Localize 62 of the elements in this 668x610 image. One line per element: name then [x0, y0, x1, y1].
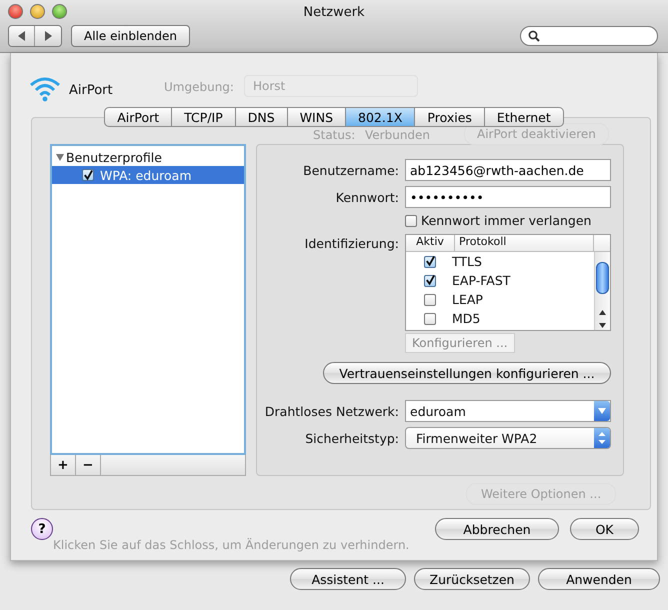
up-down-arrows-icon: [598, 431, 606, 445]
forward-icon: [44, 31, 52, 41]
help-button[interactable]: ?: [31, 518, 53, 540]
field-label: Benutzername:: [302, 162, 400, 178]
column-header: Protokoll: [455, 235, 594, 251]
back-icon: [18, 31, 26, 41]
trust-settings-button[interactable]: Vertrauenseinstellungen konfigurieren ...: [323, 362, 611, 384]
forward-button[interactable]: [35, 26, 61, 46]
tab[interactable]: WINS: [288, 107, 346, 127]
tab[interactable]: Ethernet: [484, 107, 564, 127]
search-field[interactable]: [520, 26, 658, 46]
field-label: Drahtloses Netzwerk:: [264, 404, 400, 418]
ok-button[interactable]: OK: [570, 518, 639, 540]
tab[interactable]: AirPort: [104, 107, 172, 127]
password-field[interactable]: ••••••••••: [405, 186, 611, 208]
protocol-name: MD5: [452, 311, 480, 326]
checkbox[interactable]: [82, 169, 94, 181]
checkbox[interactable]: [424, 312, 436, 324]
checkbox-label: Kennwort immer verlangen: [421, 213, 592, 228]
field-label: Sicherheitstyp:: [304, 430, 400, 446]
service-name: AirPort: [69, 82, 113, 98]
column-header: Aktiv: [406, 235, 455, 251]
action-button[interactable]: Zurücksetzen: [414, 568, 530, 590]
status-value: Verbunden: [365, 128, 430, 142]
tab[interactable]: TCP/IP: [172, 107, 236, 127]
show-all-button[interactable]: Alle einblenden: [71, 25, 190, 47]
cancel-button[interactable]: Abbrechen: [435, 518, 559, 540]
network-combo-box[interactable]: eduroam: [405, 400, 611, 422]
tab[interactable]: Proxies: [415, 107, 485, 127]
zoom-button[interactable]: [52, 4, 67, 19]
protocol-name: EAP-FAST: [452, 273, 510, 288]
protocol-name: TTLS: [452, 254, 482, 269]
dropdown-arrow-icon: [598, 408, 606, 414]
field-label: Identifizierung:: [304, 235, 400, 251]
window-title: Netzwerk: [302, 5, 366, 20]
field-label: Kennwort:: [334, 190, 400, 204]
status-label: Status:: [313, 128, 356, 142]
profile-item[interactable]: WPA: eduroam: [52, 166, 244, 184]
action-button[interactable]: Assistent ...: [290, 568, 406, 590]
remove-button[interactable]: −: [76, 455, 101, 475]
search-icon: [528, 30, 540, 42]
add-button[interactable]: +: [51, 455, 76, 475]
checkbox[interactable]: [424, 256, 436, 268]
security-type-popup[interactable]: Firmenweiter WPA2: [405, 427, 611, 449]
close-button[interactable]: [8, 4, 23, 19]
tab[interactable]: DNS: [236, 107, 288, 127]
location-popup: Horst: [244, 75, 418, 97]
scrollbar[interactable]: [594, 252, 610, 330]
checkbox[interactable]: [424, 274, 436, 286]
profile-label: WPA: eduroam: [100, 168, 192, 182]
checkbox[interactable]: [424, 294, 436, 306]
minimize-button[interactable]: [30, 4, 45, 19]
tab[interactable]: 802.1X: [346, 107, 416, 127]
lock-hint: Klicken Sie auf das Schloss, um Änderungen zu verhindern.: [53, 538, 410, 552]
location-label: Umgebung:: [164, 80, 234, 94]
action-button[interactable]: Anwenden: [538, 568, 660, 590]
checkbox[interactable]: [405, 214, 417, 226]
protocol-name: LEAP: [452, 292, 483, 307]
scroll-arrows-icon[interactable]: [598, 308, 607, 330]
back-button[interactable]: [9, 26, 35, 46]
username-field[interactable]: ab123456@rwth-aachen.de: [405, 159, 611, 181]
wifi-icon: [29, 76, 61, 104]
